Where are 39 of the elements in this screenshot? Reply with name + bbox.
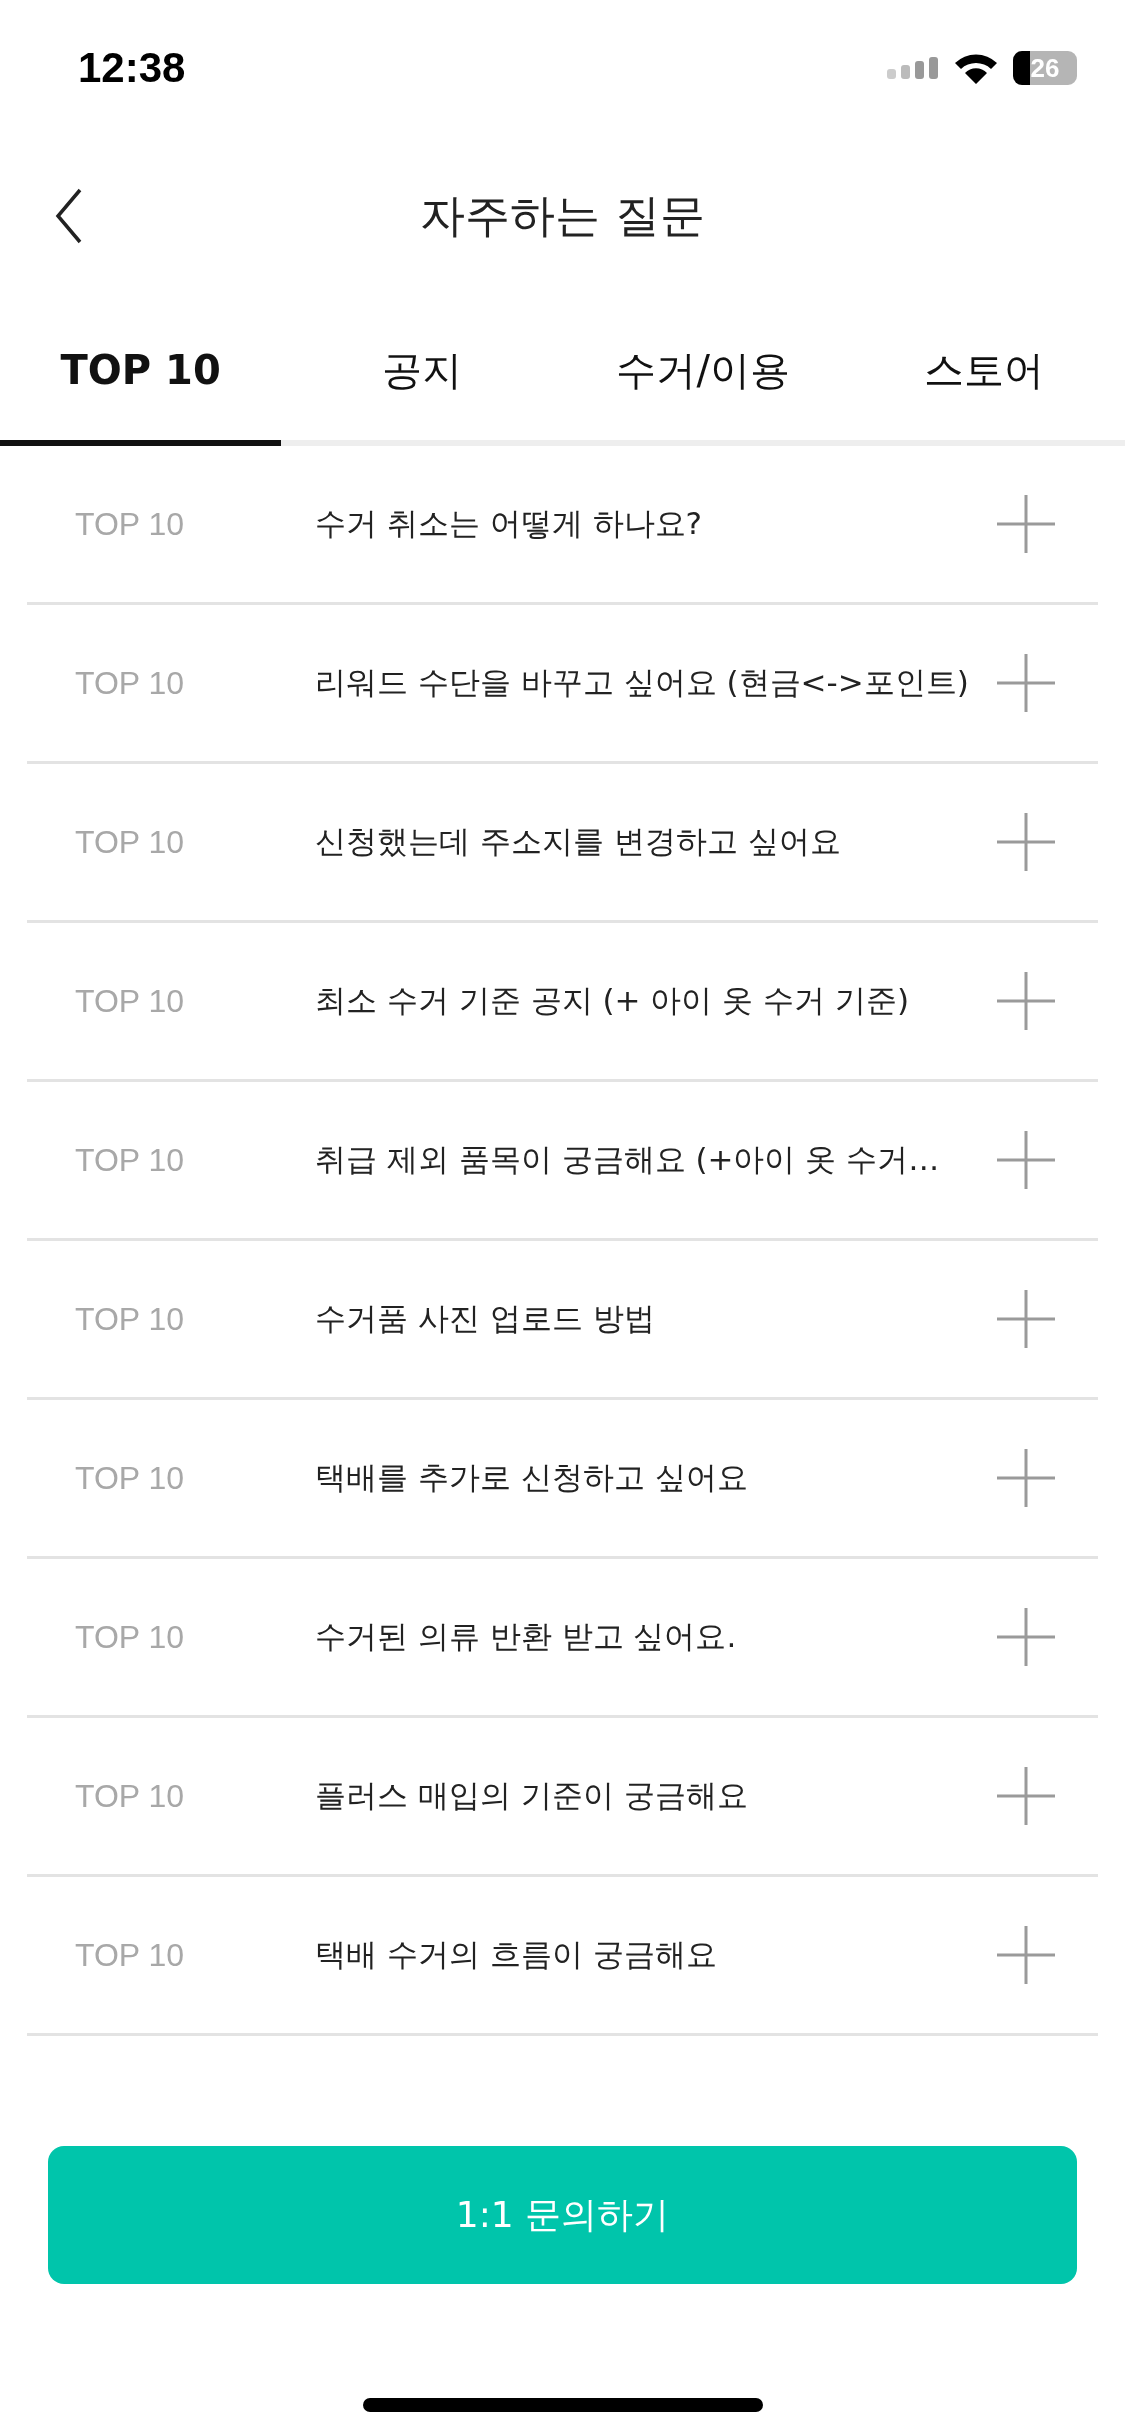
faq-category: TOP 10 xyxy=(74,1936,186,1974)
faq-question: 수거품 사진 업로드 방법 xyxy=(315,1299,656,1338)
faq-question: 리워드 수단을 바꾸고 싶어요 (현금<->포인트) xyxy=(315,663,970,702)
signal-icon xyxy=(887,57,939,79)
faq-question: 최소 수거 기준 공지 (+ 아이 옷 수거 기준) xyxy=(315,981,910,1020)
faq-question: 신청했는데 주소지를 변경하고 싶어요 xyxy=(315,822,842,861)
faq-question: 플러스 매입의 기준이 궁금해요 xyxy=(315,1776,749,1815)
faq-question: 취급 제외 품목이 궁금해요 (+아이 옷 수거… xyxy=(315,1140,941,1179)
faq-category: TOP 10 xyxy=(74,1459,186,1497)
faq-category: TOP 10 xyxy=(74,1300,186,1338)
plus-icon[interactable] xyxy=(994,1923,1058,1987)
faq-category: TOP 10 xyxy=(74,823,186,861)
faq-question: 택배를 추가로 신청하고 싶어요 xyxy=(315,1458,749,1497)
plus-icon[interactable] xyxy=(994,651,1058,715)
category-tab[interactable]: 수거/이용 xyxy=(562,300,844,446)
faq-category: TOP 10 xyxy=(74,505,186,543)
plus-icon[interactable] xyxy=(994,1128,1058,1192)
faq-category: TOP 10 xyxy=(74,664,186,702)
faq-category: TOP 10 xyxy=(74,982,186,1020)
back-button[interactable] xyxy=(54,188,84,244)
plus-icon[interactable] xyxy=(994,1764,1058,1828)
battery-icon: 26 xyxy=(1013,51,1077,85)
plus-icon[interactable] xyxy=(994,969,1058,1033)
wifi-icon xyxy=(953,51,999,85)
faq-question: 택배 수거의 흐름이 궁금해요 xyxy=(315,1935,718,1974)
faq-category: TOP 10 xyxy=(74,1777,186,1815)
faq-category: TOP 10 xyxy=(74,1141,186,1179)
status-time: 12:38 xyxy=(78,44,186,92)
faq-category: TOP 10 xyxy=(74,1618,186,1656)
plus-icon[interactable] xyxy=(994,810,1058,874)
category-tab[interactable]: 스토어 xyxy=(843,300,1125,446)
plus-icon[interactable] xyxy=(994,1605,1058,1669)
category-tab[interactable]: 공지 xyxy=(281,300,563,446)
plus-icon[interactable] xyxy=(994,1287,1058,1351)
faq-question: 수거 취소는 어떻게 하나요? xyxy=(315,504,703,543)
faq-question: 수거된 의류 반환 받고 싶어요. xyxy=(315,1617,738,1656)
page-title: 자주하는 질문 xyxy=(420,188,705,244)
plus-icon[interactable] xyxy=(994,492,1058,556)
plus-icon[interactable] xyxy=(994,1446,1058,1510)
